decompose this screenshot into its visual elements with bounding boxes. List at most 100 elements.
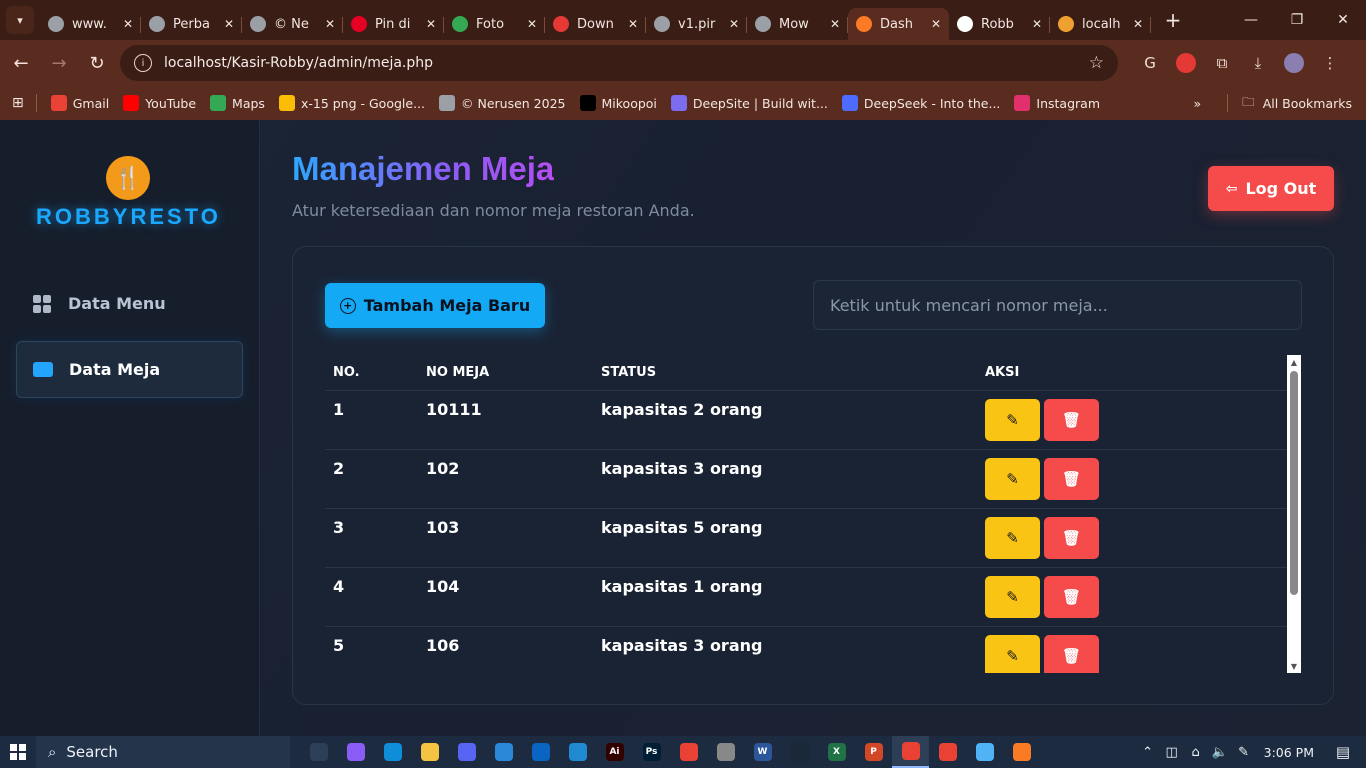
- scroll-up-arrow-icon[interactable]: ▲: [1287, 355, 1301, 369]
- browser-tab[interactable]: Perba ✕: [141, 8, 242, 40]
- delete-button[interactable]: 🗑: [1044, 458, 1099, 500]
- bookmark-item[interactable]: Mikoopoi: [579, 95, 657, 111]
- browser-tab[interactable]: v1.pir ✕: [646, 8, 747, 40]
- notification-icon[interactable]: ▤: [1328, 743, 1358, 761]
- start-button[interactable]: [0, 736, 36, 768]
- table-scrollbar[interactable]: ▲ ▼: [1287, 355, 1301, 673]
- downloads-icon[interactable]: ⤓: [1240, 45, 1276, 81]
- taskbar-search[interactable]: ⌕ Search: [36, 736, 290, 768]
- close-window-button[interactable]: ✕: [1320, 0, 1366, 40]
- bookmark-item[interactable]: Instagram: [1014, 95, 1100, 111]
- browser-tab[interactable]: www. ✕: [40, 8, 141, 40]
- tab-search-button[interactable]: ▾: [6, 6, 34, 34]
- taskbar-app-discord[interactable]: [448, 736, 485, 768]
- browser-tab[interactable]: Pin di ✕: [343, 8, 444, 40]
- close-tab-icon[interactable]: ✕: [628, 17, 638, 31]
- taskbar-app-edge[interactable]: [374, 736, 411, 768]
- address-bar[interactable]: i localhost/Kasir-Robby/admin/meja.php ☆: [120, 45, 1118, 81]
- bookmark-item[interactable]: © Nerusen 2025: [439, 95, 566, 111]
- add-table-button[interactable]: + Tambah Meja Baru: [325, 283, 545, 328]
- close-tab-icon[interactable]: ✕: [1032, 17, 1042, 31]
- bookmark-item[interactable]: Gmail: [50, 95, 109, 111]
- browser-tab[interactable]: © Ne ✕: [242, 8, 343, 40]
- bookmark-item[interactable]: DeepSeek - Into the...: [841, 95, 1000, 111]
- browser-tab[interactable]: Dash ✕: [848, 8, 949, 40]
- taskbar-app-notepad[interactable]: [966, 736, 1003, 768]
- browser-tab[interactable]: localh ✕: [1050, 8, 1151, 40]
- browser-tab[interactable]: Foto ✕: [444, 8, 545, 40]
- window-controls: — ❐ ✕: [1228, 0, 1366, 40]
- browser-tab[interactable]: Down ✕: [545, 8, 646, 40]
- scroll-thumb[interactable]: [1290, 371, 1298, 595]
- reload-button[interactable]: ↻: [80, 46, 114, 80]
- chevron-up-icon[interactable]: ⌃: [1136, 745, 1160, 760]
- bookmark-item[interactable]: Maps: [210, 95, 265, 111]
- all-bookmarks-link[interactable]: All Bookmarks: [1263, 96, 1352, 111]
- browser-tab[interactable]: Robb ✕: [949, 8, 1050, 40]
- more-bookmarks-icon[interactable]: »: [1194, 96, 1202, 111]
- close-tab-icon[interactable]: ✕: [123, 17, 133, 31]
- delete-button[interactable]: 🗑: [1044, 576, 1099, 618]
- taskbar-app-powerpoint[interactable]: P: [855, 736, 892, 768]
- close-tab-icon[interactable]: ✕: [224, 17, 234, 31]
- edit-button[interactable]: ✎: [985, 517, 1040, 559]
- taskbar-app-outlook[interactable]: [522, 736, 559, 768]
- close-tab-icon[interactable]: ✕: [931, 17, 941, 31]
- taskbar-app-word[interactable]: W: [744, 736, 781, 768]
- delete-button[interactable]: 🗑: [1044, 399, 1099, 441]
- delete-button[interactable]: 🗑: [1044, 635, 1099, 673]
- restore-button[interactable]: ❐: [1274, 0, 1320, 40]
- taskbar-app-vscode[interactable]: [559, 736, 596, 768]
- close-tab-icon[interactable]: ✕: [830, 17, 840, 31]
- bookmark-item[interactable]: YouTube: [123, 95, 196, 111]
- close-tab-icon[interactable]: ✕: [729, 17, 739, 31]
- network-icon[interactable]: ⌂: [1184, 745, 1208, 760]
- taskbar-app-file-explorer[interactable]: [411, 736, 448, 768]
- pen-icon[interactable]: ✎: [1232, 745, 1256, 760]
- bookmark-star-icon[interactable]: ☆: [1089, 53, 1104, 73]
- taskbar-app-task-view[interactable]: [300, 736, 337, 768]
- browser-menu-icon[interactable]: ⋮: [1312, 45, 1348, 81]
- camera-icon[interactable]: ◫: [1160, 745, 1184, 760]
- edit-button[interactable]: ✎: [985, 635, 1040, 673]
- sidebar-item-data-meja[interactable]: Data Meja: [16, 341, 243, 398]
- edit-button[interactable]: ✎: [985, 399, 1040, 441]
- logout-button[interactable]: ⇦ Log Out: [1208, 166, 1334, 211]
- minimize-button[interactable]: —: [1228, 0, 1274, 40]
- new-tab-button[interactable]: +: [1159, 6, 1187, 34]
- taskbar-app-chrome-2[interactable]: [929, 736, 966, 768]
- bookmark-item[interactable]: DeepSite | Build wit...: [670, 95, 828, 111]
- forward-button[interactable]: →: [42, 46, 76, 80]
- sidebar-item-data-menu[interactable]: Data Menu: [16, 275, 243, 332]
- extension-hand-icon[interactable]: [1168, 45, 1204, 81]
- close-tab-icon[interactable]: ✕: [527, 17, 537, 31]
- volume-icon[interactable]: 🔈: [1208, 745, 1232, 760]
- apps-grid-icon[interactable]: ⊞: [12, 95, 24, 111]
- extensions-puzzle-icon[interactable]: ⧉: [1204, 45, 1240, 81]
- taskbar-app-xampp[interactable]: [1003, 736, 1040, 768]
- back-button[interactable]: ←: [4, 46, 38, 80]
- taskbar-app-excel[interactable]: X: [818, 736, 855, 768]
- delete-button[interactable]: 🗑: [1044, 517, 1099, 559]
- taskbar-app-photoshop[interactable]: Ps: [633, 736, 670, 768]
- taskbar-app-copilot[interactable]: [337, 736, 374, 768]
- clock-time[interactable]: 3:06 PM: [1264, 745, 1314, 760]
- scroll-down-arrow-icon[interactable]: ▼: [1287, 659, 1301, 673]
- close-tab-icon[interactable]: ✕: [1133, 17, 1143, 31]
- extension-g-icon[interactable]: G: [1132, 45, 1168, 81]
- profile-avatar-icon[interactable]: [1276, 45, 1312, 81]
- taskbar-app-illustrator[interactable]: Ai: [596, 736, 633, 768]
- taskbar-app-app-swirl[interactable]: [707, 736, 744, 768]
- close-tab-icon[interactable]: ✕: [426, 17, 436, 31]
- edit-button[interactable]: ✎: [985, 576, 1040, 618]
- taskbar-app-chrome-active[interactable]: [892, 736, 929, 768]
- edit-button[interactable]: ✎: [985, 458, 1040, 500]
- close-tab-icon[interactable]: ✕: [325, 17, 335, 31]
- search-input[interactable]: [813, 280, 1302, 330]
- browser-tab[interactable]: Mow ✕: [747, 8, 848, 40]
- taskbar-app-store[interactable]: [485, 736, 522, 768]
- taskbar-app-steam[interactable]: [781, 736, 818, 768]
- taskbar-app-chrome[interactable]: [670, 736, 707, 768]
- bookmark-item[interactable]: x-15 png - Google...: [278, 95, 425, 111]
- site-info-icon[interactable]: i: [134, 54, 152, 72]
